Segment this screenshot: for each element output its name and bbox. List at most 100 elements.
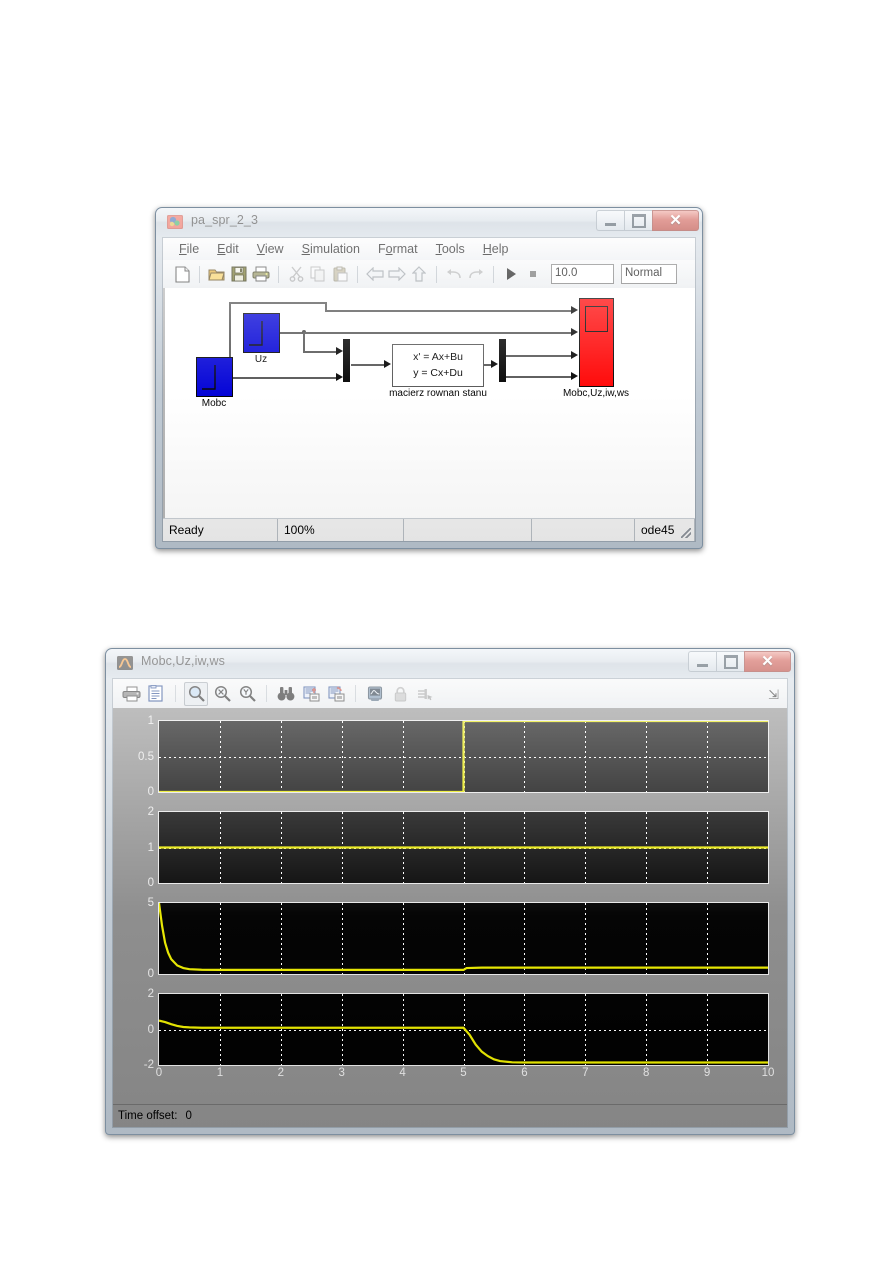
time-offset-value: 0 (185, 1110, 192, 1122)
start-simulation-icon[interactable] (501, 264, 521, 284)
zoom-box-icon[interactable] (184, 681, 208, 706)
toolbar-separator (266, 685, 267, 702)
block-state-space-label: macierz rownan stanu (389, 388, 487, 399)
plot-1-axes[interactable]: 1 0.5 0 (138, 715, 769, 798)
status-state: Ready (163, 519, 278, 541)
print-icon[interactable] (251, 264, 271, 284)
wire-uz-to-scope (304, 332, 574, 334)
simulink-toolbar[interactable]: 10.0 Normal (163, 260, 695, 289)
zoom-x-icon[interactable] (211, 683, 233, 705)
maximize-button[interactable] (716, 651, 744, 672)
minimize-button[interactable] (688, 651, 716, 672)
scope-toolbar[interactable]: ⇲ (113, 679, 787, 709)
redo-icon (466, 264, 486, 284)
undo-icon (444, 264, 464, 284)
save-axes-settings-icon[interactable] (300, 683, 322, 705)
new-model-icon[interactable] (172, 264, 192, 284)
lock-axes-icon (389, 683, 411, 705)
plot-4-xtick-2: 2 (277, 1067, 284, 1079)
maximize-icon (631, 213, 646, 228)
menu-simulation[interactable]: Simulation (293, 240, 369, 258)
simulation-mode-select[interactable]: Normal (621, 264, 677, 284)
arrow-scope-in-4 (571, 372, 578, 380)
plot-4-ytick-3: -2 (143, 1059, 154, 1071)
status-field3 (404, 519, 532, 541)
scope-window[interactable]: Mobc,Uz,iw,ws ✕ ⇲ 1 0.5 0 2 1 0 5 0 2 0 … (105, 648, 795, 1135)
stop-time-input[interactable]: 10.0 (551, 264, 614, 284)
minimize-icon (697, 663, 708, 667)
floating-scope-icon[interactable] (364, 683, 386, 705)
simulink-window-controls[interactable]: ✕ (596, 210, 699, 231)
go-forward-icon[interactable] (387, 264, 407, 284)
menu-file[interactable]: File (170, 240, 208, 258)
status-zoom: 100% (278, 519, 404, 541)
simulink-menubar[interactable]: File Edit View Simulation Format Tools H… (163, 238, 695, 261)
block-state-space[interactable]: x' = Ax+Bu y = Cx+Du (392, 344, 484, 387)
plot-1-ytick-1: 1 (147, 715, 154, 727)
wire-top-rail-2 (325, 310, 574, 312)
scope-titlebar[interactable]: Mobc,Uz,iw,ws ✕ (105, 648, 795, 678)
copy-icon (308, 264, 328, 284)
signal-selection-icon (414, 683, 436, 705)
zoom-y-icon[interactable] (236, 683, 258, 705)
scope-screen-icon (585, 306, 608, 332)
stop-simulation-icon (523, 264, 543, 284)
menu-edit[interactable]: Edit (208, 240, 248, 258)
menu-format[interactable]: Format (369, 240, 427, 258)
plot-3-ytick-2: 0 (147, 968, 154, 980)
print-icon[interactable] (120, 683, 142, 705)
autoscale-binoculars-icon[interactable] (275, 683, 297, 705)
go-up-icon[interactable] (409, 264, 429, 284)
simulink-model-window[interactable]: pa_spr_2_3 ✕ File Edit View Simulation F… (155, 207, 703, 549)
plot-4-trace (159, 994, 768, 1065)
plot-4-xtick-1: 1 (216, 1067, 224, 1079)
plot-4-axes[interactable]: 2 0 -2 0 1 2 3 4 5 6 7 8 9 10 (144, 988, 775, 1079)
menu-tools[interactable]: Tools (427, 240, 474, 258)
plot-2-trace (159, 812, 768, 883)
open-model-icon[interactable] (207, 264, 227, 284)
simulink-titlebar[interactable]: pa_spr_2_3 ✕ (155, 207, 703, 237)
close-icon: ✕ (669, 212, 682, 229)
parameters-icon[interactable] (145, 683, 167, 705)
menu-view[interactable]: View (248, 240, 293, 258)
status-field4 (532, 519, 635, 541)
toolbar-separator (175, 685, 176, 702)
wire-mux-to-ss (351, 364, 386, 366)
block-mobc[interactable] (196, 357, 233, 397)
toolbar-separator (436, 265, 437, 283)
block-uz[interactable] (243, 313, 280, 353)
scope-window-controls[interactable]: ✕ (688, 651, 791, 672)
maximize-button[interactable] (624, 210, 652, 231)
block-demux[interactable] (499, 339, 506, 382)
plot-4-xtick-6: 6 (521, 1067, 528, 1079)
close-button[interactable]: ✕ (652, 210, 699, 231)
plot-4-xtick-8: 8 (642, 1067, 650, 1079)
plot-3-axes[interactable]: 5 0 (148, 897, 769, 980)
simulink-window-title: pa_spr_2_3 (191, 213, 259, 227)
toolbar-separator (493, 265, 494, 283)
arrow-scope-in-2 (571, 328, 578, 336)
block-scope[interactable] (579, 298, 614, 387)
close-button[interactable]: ✕ (744, 651, 791, 672)
save-icon[interactable] (229, 264, 249, 284)
wire-demux-out-2 (506, 376, 574, 378)
plot-4-ytick-2: 0 (147, 1023, 154, 1036)
arrow-demux-in (491, 360, 498, 368)
toolbar-separator (278, 265, 279, 283)
dock-arrow-icon[interactable]: ⇲ (768, 687, 779, 703)
model-canvas[interactable]: Mobc Uz x' = Ax+Bu y = Cx+Du macierz row… (163, 288, 695, 519)
block-mux[interactable] (343, 339, 350, 382)
wire-uz-down (303, 332, 305, 352)
plot-4-xtick-5: 5 (460, 1067, 467, 1079)
restore-axes-settings-icon[interactable] (325, 683, 347, 705)
simulink-model-icon (167, 214, 183, 230)
scope-window-title: Mobc,Uz,iw,ws (141, 654, 225, 668)
scope-client-area: ⇲ 1 0.5 0 2 1 0 5 0 2 0 -2 0 1 2 3 4 5 6… (112, 678, 788, 1128)
plot-2-ytick-3: 0 (147, 877, 154, 889)
go-back-icon[interactable] (365, 264, 385, 284)
minimize-button[interactable] (596, 210, 624, 231)
block-mobc-label: Mobc (201, 398, 227, 409)
menu-help[interactable]: Help (474, 240, 518, 258)
plot-2-axes[interactable]: 2 1 0 (148, 806, 769, 889)
plot-4-ytick-1: 2 (147, 988, 154, 1000)
